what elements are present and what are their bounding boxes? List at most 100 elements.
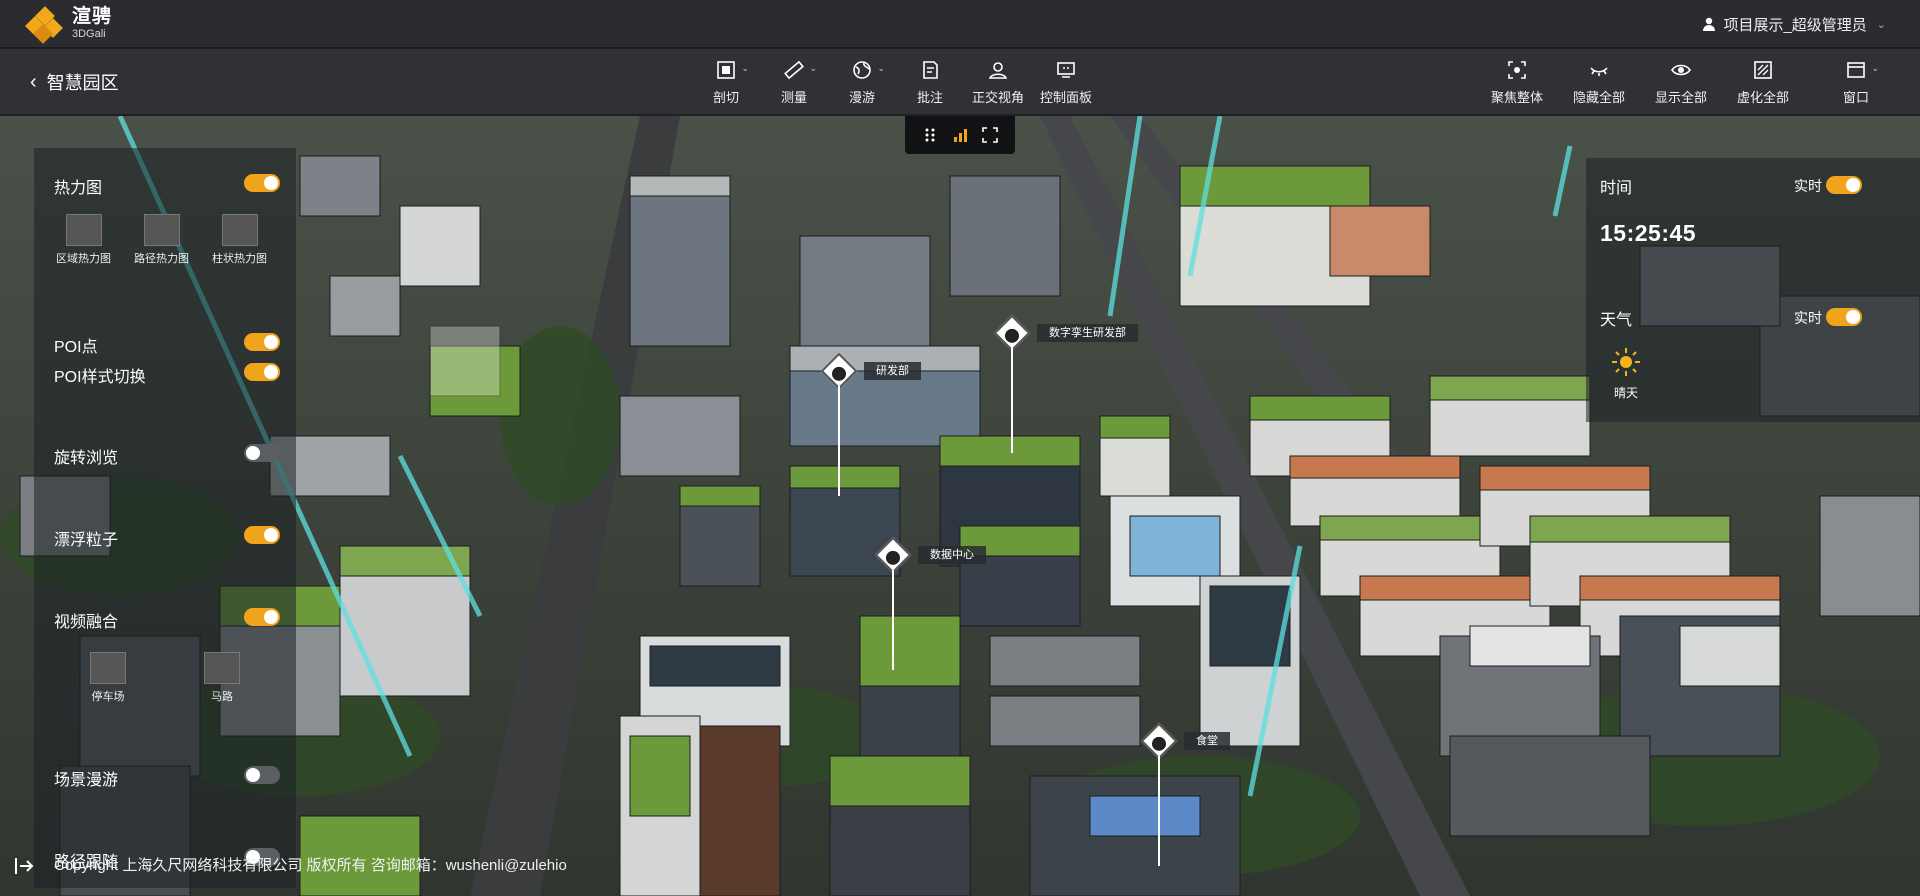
tool-focus[interactable]: 聚焦整体: [1476, 55, 1558, 109]
road-thumb: [204, 652, 240, 684]
chevron-down-icon: ⌄: [877, 62, 885, 73]
time-label: 时间: [1600, 180, 1633, 197]
bar-heatmap-thumb: [221, 214, 258, 246]
top-bar: 渲骋 3DGali 项目展示_超级管理员 ⌄: [0, 0, 1920, 48]
tool-measure[interactable]: ⌄ 测量: [760, 55, 828, 109]
tool-label: 窗口: [1842, 89, 1869, 105]
poi-label: POI点: [54, 339, 98, 356]
right-tools: 聚焦整体 隐藏全部 显示全部 虚化全部: [1476, 55, 1804, 109]
eye-icon: [1671, 64, 1691, 75]
focus-icon: [1508, 60, 1526, 79]
tool-ortho[interactable]: 正交视角: [964, 55, 1032, 109]
heatmap-toggle[interactable]: [244, 174, 280, 192]
weather-realtime-label: 实时: [1794, 310, 1822, 326]
right-info-panel: 时间 实时 15:25:45 天气 实时 晴天: [1586, 158, 1920, 422]
left-control-panel: 热力图 区域热力图 路径热力图 柱状热力图 POI点 POI样式切换 旋转浏览 …: [34, 148, 296, 888]
center-tools: ⌄ 剖切 ⌄ 测量 ⌄ 漫游 批注 正交视角 控制面板: [692, 55, 1100, 109]
tool-label: 控制面板: [1039, 89, 1092, 105]
poi-style-toggle[interactable]: [244, 363, 280, 381]
tool-control-panel[interactable]: 控制面板: [1032, 55, 1100, 109]
main-toolbar: ‹ 智慧园区 ⌄ 剖切 ⌄ 测量 ⌄ 漫游 批注 正交视角 控制面板 聚焦整体 …: [0, 49, 1920, 115]
video-fusion-label: 视频融合: [54, 614, 119, 631]
poi-label: 数据中心: [918, 546, 986, 564]
particles-toggle[interactable]: [244, 526, 280, 544]
clock-display: 15:25:45: [1600, 220, 1697, 246]
option-label: 区域热力图: [56, 253, 111, 265]
poi-label: 食堂: [1184, 732, 1230, 750]
video-road-option[interactable]: 马路: [204, 652, 240, 704]
option-label: 柱状热力图: [212, 253, 267, 265]
fullscreen-icon[interactable]: [982, 127, 998, 143]
tool-label: 显示全部: [1654, 89, 1707, 105]
video-parking-option[interactable]: 停车场: [90, 652, 126, 704]
option-label: 停车场: [91, 691, 125, 703]
copyright-footer: Copyright 上海久尺网络科技有限公司 版权所有 咨询邮箱：wushenl…: [54, 857, 567, 874]
app-subtitle: 3DGali: [72, 28, 106, 40]
chevron-down-icon: ⌄: [1876, 18, 1886, 31]
rotate-toggle[interactable]: [244, 444, 280, 462]
heatmap-path-option[interactable]: 路径热力图: [134, 214, 189, 266]
control-panel-icon: [1057, 61, 1075, 78]
weather-realtime-toggle[interactable]: [1826, 308, 1862, 326]
tool-annotate[interactable]: 批注: [896, 55, 964, 109]
exit-icon[interactable]: [12, 854, 36, 878]
globe-icon: [853, 60, 871, 79]
parking-thumb: [90, 652, 126, 684]
poi-label: 研发部: [864, 362, 921, 380]
poi-style-label: POI样式切换: [54, 369, 146, 386]
tool-virtualize-all[interactable]: 虚化全部: [1722, 55, 1804, 109]
tool-label: 批注: [916, 89, 943, 105]
tool-hide-all[interactable]: 隐藏全部: [1558, 55, 1640, 109]
path-heatmap-thumb: [143, 214, 180, 246]
option-label: 路径热力图: [134, 253, 189, 265]
chevron-down-icon: ⌄: [741, 62, 749, 73]
logo-icon: [25, 5, 63, 44]
app-logo: 渲骋 3DGali: [25, 5, 113, 44]
poi-label: 数字孪生研发部: [1037, 324, 1138, 342]
option-label: 马路: [211, 691, 233, 703]
sun-icon: [1610, 346, 1642, 378]
ruler-icon: [784, 60, 804, 79]
user-icon: [1703, 17, 1716, 31]
heatmap-bar-option[interactable]: 柱状热力图: [212, 214, 267, 266]
window-tool: ⌄ 窗口: [1822, 55, 1890, 109]
window-icon: [1847, 61, 1865, 78]
tool-label: 正交视角: [971, 89, 1024, 105]
tool-show-all[interactable]: 显示全部: [1640, 55, 1722, 109]
poi-toggle[interactable]: [244, 333, 280, 351]
time-realtime-label: 实时: [1794, 178, 1822, 194]
drag-handle-icon[interactable]: [922, 127, 938, 143]
weather-state: 晴天: [1614, 386, 1639, 400]
tool-roam[interactable]: ⌄ 漫游: [828, 55, 896, 109]
blur-icon: [1754, 60, 1772, 79]
chevron-left-icon: ‹: [30, 70, 37, 93]
viewport-mini-toolbar: [905, 116, 1015, 154]
ortho-view-icon: [988, 61, 1008, 79]
particles-label: 漂浮粒子: [54, 532, 119, 549]
scene-roam-label: 场景漫游: [54, 772, 119, 789]
section-cut-icon: [717, 60, 735, 79]
tool-cut[interactable]: ⌄ 剖切: [692, 55, 760, 109]
back-button[interactable]: ‹ 智慧园区: [30, 49, 119, 115]
tool-label: 隐藏全部: [1572, 89, 1625, 105]
video-fusion-toggle[interactable]: [244, 608, 280, 626]
tool-window[interactable]: ⌄ 窗口: [1822, 55, 1890, 109]
time-realtime-toggle[interactable]: [1826, 176, 1862, 194]
weather-label: 天气: [1600, 312, 1633, 329]
chevron-down-icon: ⌄: [809, 62, 817, 73]
eye-closed-icon: [1590, 66, 1608, 76]
heatmap-area-option[interactable]: 区域热力图: [56, 214, 111, 266]
tool-label: 漫游: [848, 89, 875, 105]
area-heatmap-thumb: [65, 214, 102, 246]
app-name: 渲骋: [72, 6, 113, 27]
tool-label: 测量: [780, 89, 807, 105]
rotate-label: 旋转浏览: [54, 450, 119, 467]
heatmap-label: 热力图: [54, 180, 103, 197]
page-title: 智慧园区: [46, 73, 119, 93]
tool-label: 虚化全部: [1736, 89, 1789, 105]
user-menu[interactable]: 项目展示_超级管理员 ⌄: [1702, 0, 1886, 48]
scene-roam-toggle[interactable]: [244, 766, 280, 784]
bar-chart-icon[interactable]: [952, 127, 968, 143]
annotate-icon: [923, 60, 938, 79]
chevron-down-icon: ⌄: [1871, 62, 1879, 73]
